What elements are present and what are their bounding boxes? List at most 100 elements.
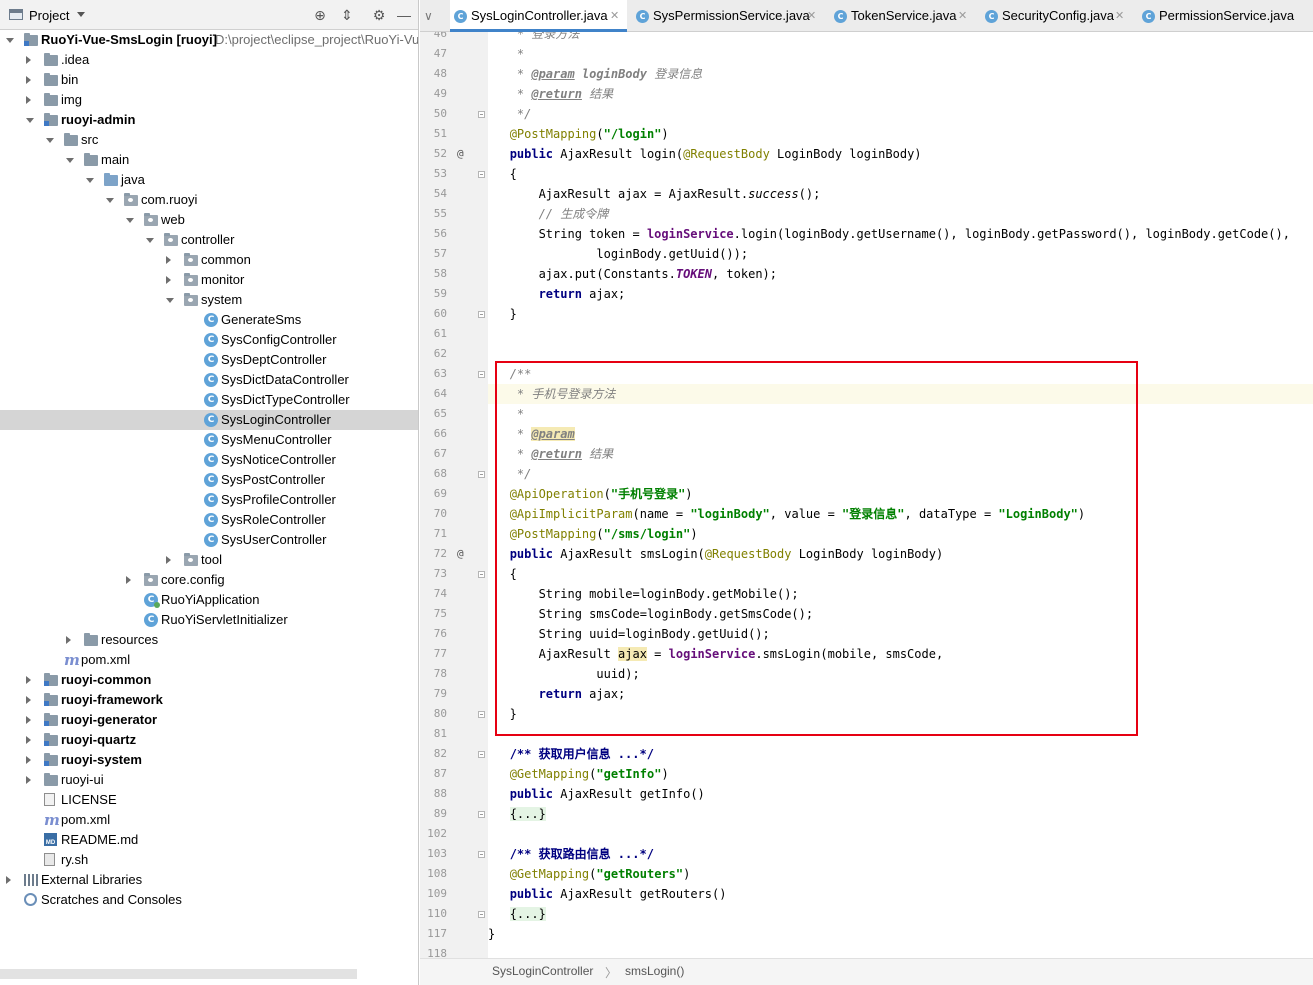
code-line[interactable]: public AjaxResult login(@RequestBody Log… [488, 144, 1313, 164]
code-line[interactable]: */ [488, 464, 1313, 484]
tree-item[interactable]: system [0, 290, 418, 310]
tree-item[interactable]: C SysDeptController [0, 350, 418, 370]
fold-marker-icon[interactable] [478, 111, 485, 118]
code-line[interactable] [488, 944, 1313, 958]
chevron-right-icon[interactable] [26, 756, 31, 764]
code-line[interactable]: AjaxResult ajax = loginService.smsLogin(… [488, 644, 1313, 664]
horizontal-scrollbar[interactable] [0, 969, 357, 979]
override-marker-icon[interactable]: @ [457, 144, 464, 164]
code-line[interactable]: { [488, 564, 1313, 584]
fold-marker-icon[interactable] [478, 171, 485, 178]
code-line[interactable]: */ [488, 104, 1313, 124]
tree-item[interactable]: ruoyi-common [0, 670, 418, 690]
chevron-down-icon[interactable] [166, 298, 174, 303]
tree-item[interactable]: C GenerateSms [0, 310, 418, 330]
code-line[interactable] [488, 324, 1313, 344]
tree-item[interactable]: RuoYi-Vue-SmsLogin [ruoyi] D:\project\ecl… [0, 30, 418, 50]
chevron-right-icon[interactable] [166, 276, 171, 284]
tree-item[interactable]: C RuoYiServletInitializer [0, 610, 418, 630]
code-line[interactable]: // 生成令牌 [488, 204, 1313, 224]
code-line[interactable]: * @return 结果 [488, 84, 1313, 104]
code-line[interactable] [488, 824, 1313, 844]
code-line[interactable]: return ajax; [488, 684, 1313, 704]
tree-item[interactable]: m pom.xml [0, 810, 418, 830]
tree-item[interactable]: com.ruoyi [0, 190, 418, 210]
tree-item[interactable]: img [0, 90, 418, 110]
close-icon[interactable]: ✕ [807, 0, 816, 32]
collapse-all-icon[interactable]: ⇕ [339, 7, 355, 23]
tab-sysLogincontroller[interactable]: C SysLoginController.java ✕ [450, 0, 627, 32]
code-line[interactable]: * @param [488, 424, 1313, 444]
chevron-right-icon[interactable] [26, 56, 31, 64]
chevron-down-icon[interactable] [46, 138, 54, 143]
project-panel-title[interactable]: Project [29, 8, 69, 23]
code-line[interactable]: * [488, 44, 1313, 64]
tree-item[interactable]: ruoyi-quartz [0, 730, 418, 750]
chevron-right-icon[interactable] [26, 96, 31, 104]
tree-item[interactable]: java [0, 170, 418, 190]
tree-item[interactable]: monitor [0, 270, 418, 290]
fold-marker-icon[interactable] [478, 471, 485, 478]
chevron-right-icon[interactable] [166, 556, 171, 564]
tree-item[interactable]: C SysPostController [0, 470, 418, 490]
breadcrumb-class[interactable]: SysLoginController [492, 964, 593, 978]
chevron-down-icon[interactable] [6, 38, 14, 43]
close-icon[interactable]: ✕ [958, 0, 967, 32]
fold-marker-icon[interactable] [478, 811, 485, 818]
chevron-right-icon[interactable] [26, 76, 31, 84]
code-line[interactable]: {...} [488, 804, 1313, 824]
chevron-down-icon[interactable] [66, 158, 74, 163]
tree-item[interactable]: C SysDictDataController [0, 370, 418, 390]
code-line[interactable]: @PostMapping("/sms/login") [488, 524, 1313, 544]
tree-item[interactable]: ruoyi-framework [0, 690, 418, 710]
tree-item[interactable]: resources [0, 630, 418, 650]
tree-item[interactable]: C SysRoleController [0, 510, 418, 530]
code-line[interactable]: * 手机号登录方法 [488, 384, 1313, 404]
tree-item[interactable]: C SysProfileController [0, 490, 418, 510]
code-line[interactable]: loginBody.getUuid()); [488, 244, 1313, 264]
code-line[interactable]: uuid); [488, 664, 1313, 684]
tab-list-chevron-icon[interactable]: ∨ [424, 9, 433, 23]
tree-item[interactable]: C SysLoginController [0, 410, 418, 430]
chevron-right-icon[interactable] [126, 576, 131, 584]
tab-permissionservice[interactable]: C PermissionService.java [1138, 0, 1313, 31]
fold-marker-icon[interactable] [478, 571, 485, 578]
code-line[interactable]: * [488, 404, 1313, 424]
tab-syspermissionservice[interactable]: C SysPermissionService.java ✕ [632, 0, 822, 31]
code-line[interactable]: String uuid=loginBody.getUuid(); [488, 624, 1313, 644]
chevron-right-icon[interactable] [166, 256, 171, 264]
tree-item[interactable]: C SysUserController [0, 530, 418, 550]
chevron-right-icon[interactable] [26, 676, 31, 684]
tree-item[interactable]: C SysNoticeController [0, 450, 418, 470]
editor-gutter[interactable]: 46 47 48 49 50 51 52 @53 54 55 56 57 58 59 60 61 62 63 64 6… [420, 32, 488, 958]
chevron-right-icon[interactable] [66, 636, 71, 644]
code-line[interactable]: String smsCode=loginBody.getSmsCode(); [488, 604, 1313, 624]
tree-item[interactable]: .idea [0, 50, 418, 70]
code-line[interactable]: @GetMapping("getRouters") [488, 864, 1313, 884]
tree-item[interactable]: ruoyi-system [0, 750, 418, 770]
chevron-down-icon[interactable] [26, 118, 34, 123]
code-line[interactable]: /** [488, 364, 1313, 384]
chevron-right-icon[interactable] [26, 736, 31, 744]
tree-item[interactable]: bin [0, 70, 418, 90]
tree-item[interactable]: C SysDictTypeController [0, 390, 418, 410]
tree-item[interactable]: ruoyi-generator [0, 710, 418, 730]
chevron-right-icon[interactable] [6, 876, 11, 884]
fold-marker-icon[interactable] [478, 851, 485, 858]
tree-item[interactable]: main [0, 150, 418, 170]
code-line[interactable]: public AjaxResult smsLogin(@RequestBody … [488, 544, 1313, 564]
tree-item[interactable]: tool [0, 550, 418, 570]
tab-tokenservice[interactable]: C TokenService.java ✕ [830, 0, 975, 31]
fold-marker-icon[interactable] [478, 751, 485, 758]
code-line[interactable] [488, 344, 1313, 364]
chevron-down-icon[interactable] [126, 218, 134, 223]
locate-icon[interactable]: ⊕ [312, 7, 328, 23]
fold-marker-icon[interactable] [478, 371, 485, 378]
tree-item[interactable]: m pom.xml [0, 650, 418, 670]
fold-marker-icon[interactable] [478, 311, 485, 318]
tab-securityconfig[interactable]: C SecurityConfig.java ✕ [981, 0, 1131, 31]
code-line[interactable]: {...} [488, 904, 1313, 924]
close-icon[interactable]: ✕ [1115, 0, 1124, 32]
tree-item[interactable]: Scratches and Consoles [0, 890, 418, 910]
tree-item[interactable]: C SysMenuController [0, 430, 418, 450]
